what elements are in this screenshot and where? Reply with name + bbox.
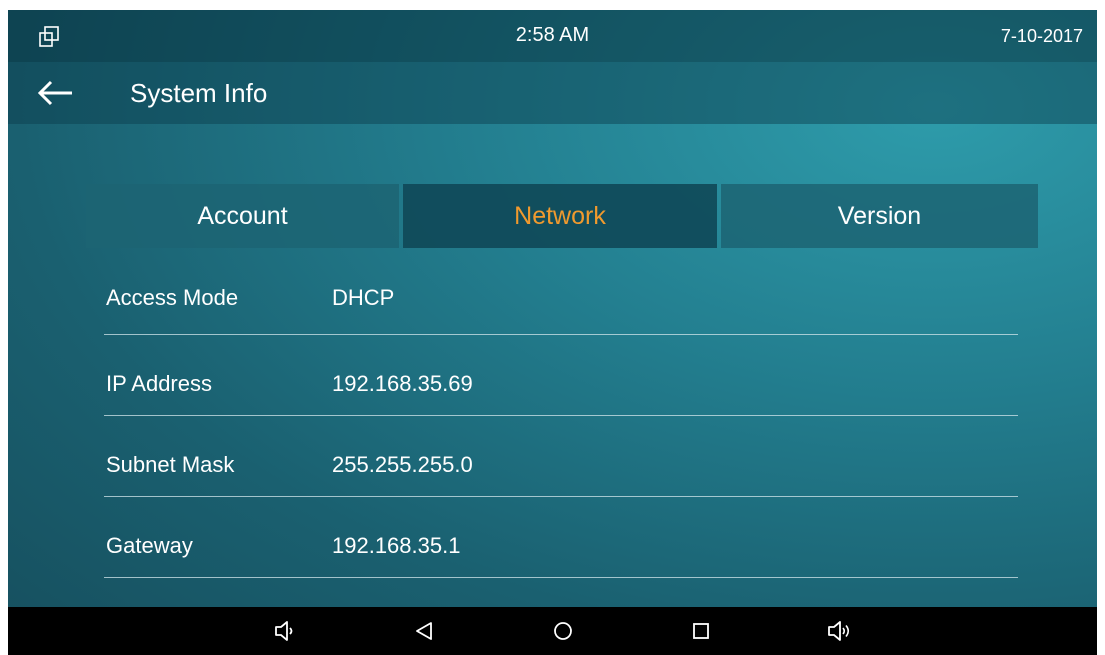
page-title: System Info bbox=[130, 78, 268, 108]
info-value: 192.168.35.1 bbox=[332, 533, 461, 558]
status-time: 2:58 AM bbox=[515, 24, 590, 46]
tab-account[interactable]: Account bbox=[86, 184, 399, 248]
back-arrow-icon[interactable] bbox=[36, 79, 76, 107]
info-value: DHCP bbox=[332, 285, 395, 310]
status-date: 7-10-2017 bbox=[1000, 26, 1083, 46]
info-row-ip-address: IP Address 192.168.35.69 bbox=[104, 335, 1018, 416]
tab-bar: Account Network Version bbox=[86, 184, 1038, 248]
info-value: 192.168.35.69 bbox=[332, 371, 473, 396]
info-row-subnet-mask: Subnet Mask 255.255.255.0 bbox=[104, 416, 1018, 497]
back-triangle-icon[interactable] bbox=[412, 619, 438, 643]
info-label: IP Address bbox=[106, 371, 212, 396]
title-bar: System Info bbox=[8, 62, 1097, 124]
network-info-list: Access Mode DHCP IP Address 192.168.35.6… bbox=[104, 248, 1018, 578]
info-value: 255.255.255.0 bbox=[332, 452, 473, 477]
home-circle-icon[interactable] bbox=[550, 619, 576, 643]
info-row-access-mode: Access Mode DHCP bbox=[104, 248, 1018, 335]
tab-version[interactable]: Version bbox=[721, 184, 1038, 248]
info-row-gateway: Gateway 192.168.35.1 bbox=[104, 497, 1018, 578]
recent-apps-square-icon[interactable] bbox=[688, 619, 714, 643]
device-screen: 2:58 AM 7-10-2017 System Info Account Ne… bbox=[8, 10, 1097, 655]
tab-network[interactable]: Network bbox=[403, 184, 717, 248]
volume-down-icon[interactable] bbox=[272, 619, 298, 643]
info-label: Gateway bbox=[106, 533, 193, 558]
status-bar: 2:58 AM 7-10-2017 bbox=[8, 10, 1097, 62]
info-label: Subnet Mask bbox=[106, 452, 235, 477]
info-label: Access Mode bbox=[106, 285, 239, 310]
volume-up-icon[interactable] bbox=[826, 619, 852, 643]
navigation-bar bbox=[8, 607, 1097, 655]
